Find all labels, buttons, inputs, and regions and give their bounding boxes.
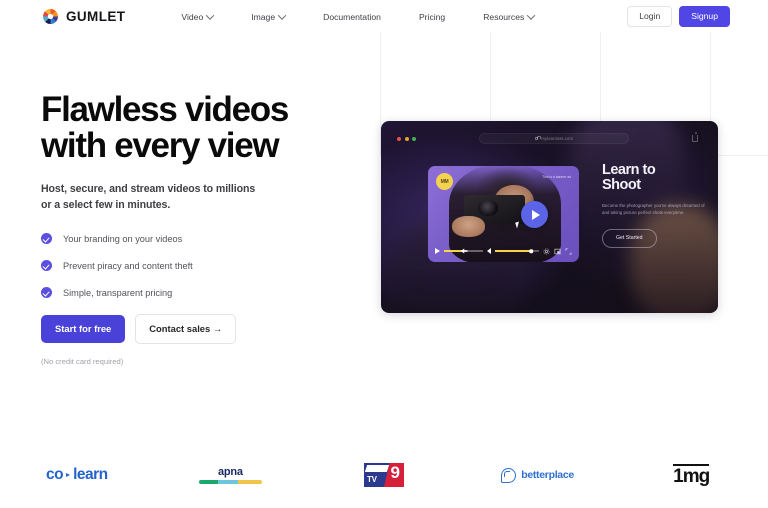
tv9-text: TV [366,475,377,484]
logo-cell: apna [154,466,308,484]
check-circle-icon [41,287,52,299]
onemg-logo: 1mg [673,464,710,487]
mockup-body-text: Become the photographer you've always dr… [602,202,705,216]
nav-item-pricing[interactable]: Pricing [419,7,445,27]
nav-item-documentation[interactable]: Documentation [323,7,381,27]
apna-text: apna [217,466,243,478]
play-icon[interactable] [435,248,440,254]
logo-cell: co learn [0,466,154,484]
betterplace-logo: betterplace [501,467,574,483]
hero-content: Flawless videos with every view Host, se… [41,90,361,366]
hero-subtitle-line1: Host, secure, and stream videos to milli… [41,183,256,196]
maximize-dot-icon [412,136,416,141]
colearn-part2: learn [73,466,108,483]
customer-logo-strip: co learn apna TV 9 betterplace 1mg [0,452,768,498]
chevron-down-icon [527,10,536,20]
logo-cell: TV 9 [307,463,461,487]
url-text: mylearnsss.com [541,136,574,141]
volume-icon[interactable] [487,248,491,254]
signup-button[interactable]: Signup [679,6,730,27]
video-thumbnail-hand [452,215,486,238]
feature-label: Prevent piracy and content theft [63,260,193,271]
minimize-dot-icon [404,136,409,141]
hero-title-line1: Flawless videos [41,90,289,129]
list-item: Simple, transparent pricing [41,287,361,299]
chevron-down-icon [277,10,287,20]
video-watermark-badge: MM [436,173,453,190]
page-title: Flawless videos with every view [41,90,361,166]
browser-chrome: mylearnsss.com [395,131,704,145]
colearn-part1: co [45,466,64,483]
seek-bar[interactable] [444,248,483,254]
apna-logo: apna [198,466,262,484]
hero-subtitle-line2: or a select few in minutes. [41,199,171,212]
no-credit-card-note: (No credit card required) [41,356,124,366]
mockup-headline-line1: Learn to [602,162,656,178]
badge-text: MM [440,178,449,185]
login-button[interactable]: Login [627,6,673,27]
picture-in-picture-icon[interactable] [554,248,561,255]
top-navigation-bar: GUMLET Video Image Documentation Pricing… [0,0,768,33]
landing-page: GUMLET Video Image Documentation Pricing… [0,0,768,508]
contact-sales-button[interactable]: Contact sales → [135,314,237,344]
nav-item-label: Resources [483,11,525,22]
traffic-light-dots [397,136,416,141]
betterplace-mark-icon [501,467,517,483]
gear-icon[interactable] [543,248,550,255]
nav-item-label: Pricing [418,11,446,22]
nav-item-label: Image [251,11,276,22]
feature-label: Simple, transparent pricing [63,287,173,298]
nav-item-label: Video [181,11,204,22]
nav-item-resources[interactable]: Resources [483,7,536,27]
logo-cell: 1mg [614,464,768,486]
feature-label: Your branding on your videos [63,233,183,244]
gumlet-pinwheel-icon [43,9,58,24]
colearn-arrow-icon [66,473,71,477]
fullscreen-icon[interactable] [565,248,572,255]
play-button-overlay[interactable] [521,201,548,228]
feature-list: Your branding on your videos Prevent pir… [41,233,361,299]
url-bar[interactable]: mylearnsss.com [479,133,629,144]
get-started-button[interactable]: Get Started [602,229,657,249]
nav-links: Video Image Documentation Pricing Resour… [181,7,536,27]
logo-cell: betterplace [461,467,615,483]
mockup-headline-line2: Shoot [602,177,641,194]
nav-item-label: Documentation [323,11,381,22]
close-dot-icon [397,136,401,141]
apna-underline [198,480,262,484]
colearn-logo: co learn [46,466,108,484]
betterplace-text: betterplace [521,469,574,481]
chevron-down-icon [205,10,215,20]
start-for-free-button[interactable]: Start for free [41,315,126,343]
volume-handle[interactable] [529,249,533,253]
hero-subtitle: Host, secure, and stream videos to milli… [41,181,361,213]
mockup-text-block: Learn to Shoot Become the photographer y… [602,162,706,249]
nav-actions: Login Signup [627,6,730,27]
video-player-mockup: mylearnsss.com MM This is a banner ad Le… [381,121,718,313]
check-circle-icon [41,233,52,245]
mockup-headline: Learn to Shoot [602,162,706,194]
brand-logo[interactable]: GUMLET [42,8,125,25]
nav-item-video[interactable]: Video [181,7,215,27]
tv9-logo: TV 9 [363,463,404,487]
share-icon[interactable] [692,131,698,142]
list-item: Prevent piracy and content theft [41,260,361,272]
embedded-video-card[interactable]: MM This is a banner ad [428,166,579,262]
hero-title-line2: with every view [41,126,280,166]
video-controls [435,246,572,256]
nav-item-image[interactable]: Image [251,7,287,27]
tv9-number: 9 [390,463,400,482]
check-circle-icon [41,260,52,272]
video-banner-tag: This is a banner ad [542,175,571,179]
brand-name: GUMLET [66,9,126,24]
list-item: Your branding on your videos [41,233,361,245]
volume-slider[interactable] [495,249,539,253]
lock-icon [534,136,540,140]
cta-row: Start for free Contact sales → [41,314,361,344]
